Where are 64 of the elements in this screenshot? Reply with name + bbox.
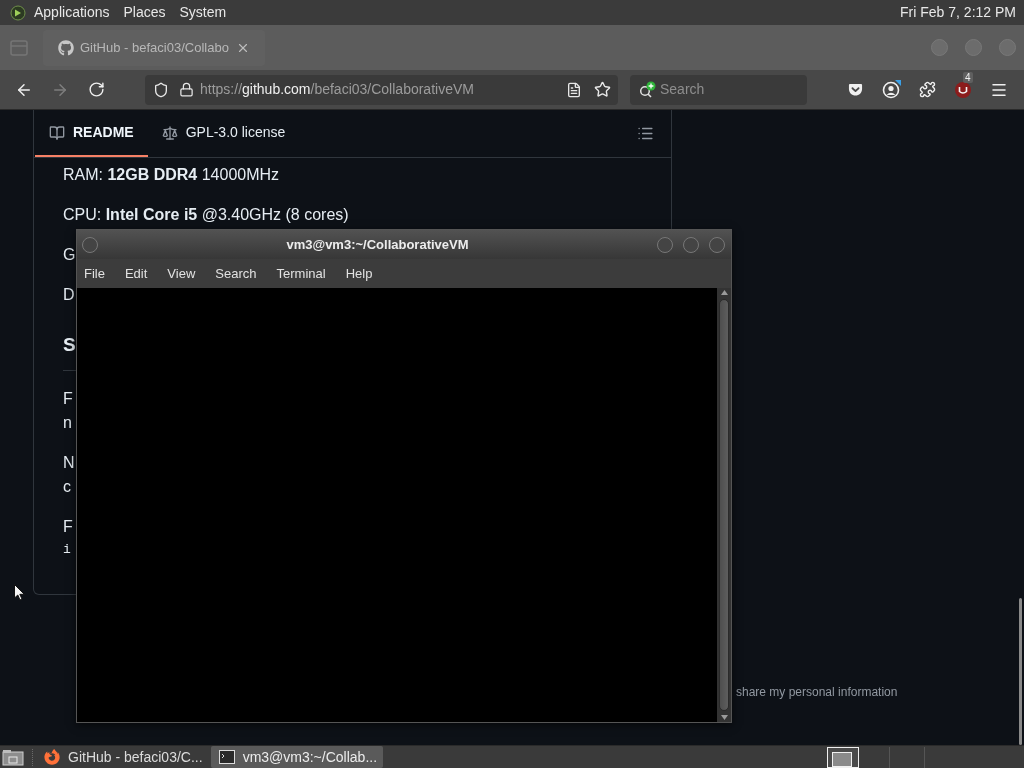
window-title: vm3@vm3:~/CollaborativeVM bbox=[285, 235, 470, 254]
search-icon bbox=[639, 81, 657, 98]
menu-item[interactable]: Help bbox=[345, 263, 373, 284]
panel-menu[interactable]: Places bbox=[123, 2, 166, 23]
page-scrollbar-thumb[interactable] bbox=[1019, 598, 1022, 745]
circle-logo-icon bbox=[954, 80, 972, 99]
menu-item[interactable]: Edit bbox=[124, 263, 148, 284]
code-text: i bbox=[63, 541, 71, 559]
addon-button[interactable]: 4 bbox=[947, 73, 979, 106]
menu-item[interactable]: Terminal bbox=[276, 263, 326, 284]
scroll-down-arrow-icon[interactable] bbox=[720, 715, 728, 720]
search-placeholder: Search bbox=[660, 80, 705, 99]
app-logo-icon bbox=[10, 4, 26, 21]
menu-item[interactable]: File bbox=[84, 263, 105, 284]
readme-text: N bbox=[63, 453, 75, 473]
url-field[interactable]: https://github.com/befaci03/CollaborativeVM bbox=[145, 74, 618, 105]
shield-icon[interactable] bbox=[153, 81, 169, 98]
notification-badge: 4 bbox=[963, 71, 973, 83]
panel-menu[interactable]: Applications bbox=[34, 2, 110, 23]
taskbar-button[interactable]: vm3@vm3:~/Collab... bbox=[210, 746, 384, 768]
account-icon bbox=[881, 80, 901, 99]
menu-item[interactable]: View bbox=[167, 263, 196, 284]
readme-text: D bbox=[63, 285, 75, 305]
reload-icon bbox=[87, 81, 105, 98]
url-text: https://github.com/befaci03/CollaborativeVM bbox=[200, 80, 474, 99]
window-menu-button[interactable] bbox=[82, 236, 98, 253]
window-button[interactable] bbox=[657, 236, 673, 253]
document-icon[interactable] bbox=[566, 81, 582, 98]
scale-icon bbox=[161, 124, 178, 141]
scrollbar-thumb[interactable] bbox=[719, 299, 729, 711]
window-button[interactable] bbox=[683, 236, 699, 253]
footer-link[interactable]: share my personal information bbox=[736, 685, 898, 699]
show-desktop-icon[interactable] bbox=[2, 748, 24, 766]
window-thumbnail-icon bbox=[832, 751, 852, 767]
extensions-icon bbox=[918, 81, 936, 98]
readme-tab[interactable]: README bbox=[35, 110, 148, 157]
mouse-cursor-icon bbox=[14, 584, 25, 601]
search-field[interactable]: Search bbox=[630, 74, 807, 105]
pocket-icon bbox=[847, 82, 863, 97]
readme-text: F bbox=[63, 517, 73, 537]
github-icon bbox=[58, 39, 74, 56]
firefox-icon bbox=[44, 749, 60, 765]
readme-tab[interactable]: GPL-3.0 license bbox=[147, 110, 300, 157]
section-heading: S bbox=[63, 333, 76, 357]
readme-text: CPU: Intel Core i5 @3.40GHz (8 cores) bbox=[63, 205, 349, 225]
readme-text: RAM: 12GB DDR4 14000MHz bbox=[63, 165, 280, 185]
book-icon bbox=[49, 124, 65, 141]
scroll-up-arrow-icon[interactable] bbox=[720, 290, 728, 295]
scrollbar-track[interactable] bbox=[717, 288, 731, 722]
menu-item[interactable]: Search bbox=[215, 263, 257, 284]
readme-text: G bbox=[63, 245, 76, 265]
tab-title: GitHub - befaci03/Collabo bbox=[80, 38, 229, 57]
readme-text: n bbox=[63, 413, 72, 433]
workspace-switcher[interactable] bbox=[827, 746, 859, 768]
lock-icon[interactable] bbox=[179, 82, 194, 97]
panel-menu[interactable]: System bbox=[179, 2, 227, 23]
readme-text: F bbox=[63, 389, 73, 409]
clock[interactable]: Fri Feb 7, 2:12 PM bbox=[900, 2, 1016, 23]
list-icon[interactable] bbox=[637, 125, 654, 142]
star-icon[interactable] bbox=[594, 81, 611, 98]
readme-text: c bbox=[63, 477, 71, 497]
terminal-icon bbox=[218, 750, 235, 764]
window-button[interactable] bbox=[709, 236, 725, 253]
taskbar-button[interactable]: GitHub - befaci03/C... bbox=[36, 746, 209, 768]
